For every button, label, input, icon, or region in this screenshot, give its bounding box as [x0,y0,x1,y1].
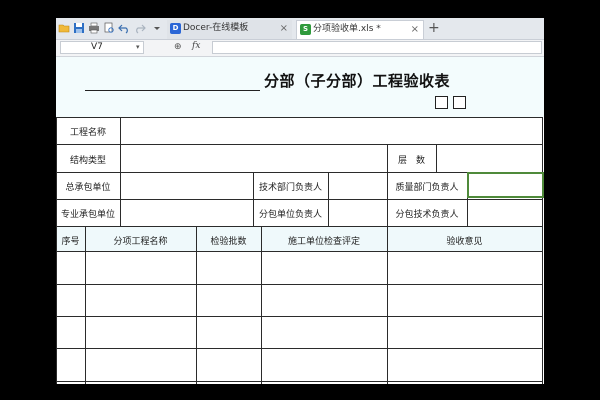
docer-icon: D [170,23,181,34]
grid-line [261,226,262,384]
title-area: 分部（子分部）工程验收表 [56,57,544,117]
tab-bar: D Docer-在线模板 × S 分项验收单.xls * × + [56,18,544,40]
selected-cell[interactable] [467,172,544,198]
name-box[interactable]: V7 [60,41,144,54]
formula-input[interactable] [212,41,542,54]
grid-line [56,381,542,382]
grid-line [56,284,542,285]
tab-docer-label: Docer-在线模板 [183,23,249,33]
sheet-grid[interactable]: 分部（子分部）工程验收表 工程名称 结构类型 层 数 总承包单位 技术部门负责人… [56,57,544,384]
sub-unit-head-label: 分包单位负责人 [258,210,322,220]
grid-line [56,117,542,118]
page-title: 分部（子分部）工程验收表 [264,72,451,90]
column-header-acceptance-opinion: 验收意见 [446,237,483,247]
zoom-icon[interactable]: ⊕ [174,42,182,52]
undo-icon[interactable] [118,22,130,34]
grid-line [436,144,437,172]
close-icon[interactable]: × [280,20,288,37]
grid-line [120,117,121,226]
sub-tech-head-label: 分包技术负责人 [395,210,459,220]
grid-line [328,172,329,226]
sub-contractor-label: 专业承包单位 [60,210,115,220]
grid-line [196,226,197,384]
project-name-label: 工程名称 [69,128,106,138]
spreadsheet-window: D Docer-在线模板 × S 分项验收单.xls * × + V7 ▾ ⊕ … [56,18,544,384]
redo-icon[interactable] [134,22,146,34]
save-icon[interactable] [73,22,85,34]
general-contractor-label: 总承包单位 [65,183,111,193]
structure-type-label: 结构类型 [69,156,106,166]
column-header-contractor-check: 施工单位检查评定 [287,237,360,247]
column-header-item-name: 分项工程名称 [113,237,168,247]
grid-line [56,199,542,200]
fx-icon[interactable]: fx [192,41,200,51]
tech-head-label: 技术部门负责人 [258,183,322,193]
dropdown-icon[interactable] [151,22,163,34]
close-icon[interactable]: × [411,21,419,38]
print-preview-icon[interactable] [103,22,115,34]
tab-spreadsheet-label: 分项验收单.xls * [313,24,381,34]
spreadsheet-icon: S [300,24,311,35]
grid-line [85,226,86,384]
new-tab-button[interactable]: + [428,19,440,37]
folder-icon[interactable] [58,22,70,34]
grid-line [56,348,542,349]
grid-line [56,144,542,145]
title-box-left [435,96,448,109]
column-header-batch-count: 检验批数 [210,237,247,247]
grid-line [56,251,542,252]
floors-label: 层 数 [397,156,425,166]
tab-docer[interactable]: D Docer-在线模板 × [167,20,292,39]
print-icon[interactable] [88,22,100,34]
grid-line [542,117,543,384]
grid-line [387,226,388,384]
chevron-down-icon[interactable]: ▾ [136,43,140,51]
column-header-index: 序号 [61,237,80,247]
formula-bar: V7 ▾ ⊕ fx [56,40,544,57]
quality-head-label: 质量部门负责人 [395,183,459,193]
title-box-right [453,96,466,109]
title-blank-line [85,90,260,91]
grid-line [56,316,542,317]
grid-line [56,226,542,227]
tab-spreadsheet[interactable]: S 分项验收单.xls * × [296,20,424,39]
